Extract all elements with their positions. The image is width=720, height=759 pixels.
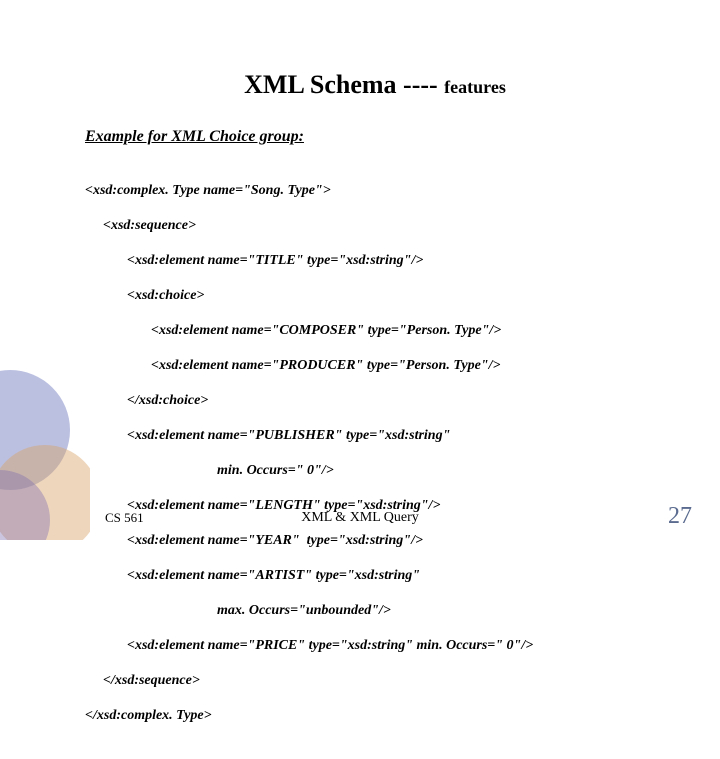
code-line: <xsd:element name="ARTIST" type="xsd:str… [85,567,665,585]
code-line: </xsd:complex. Type> [85,707,665,725]
code-line: <xsd:complex. Type name="Song. Type"> [85,182,665,200]
code-line: <xsd:element name="COMPOSER" type="Perso… [85,322,665,340]
code-line: <xsd:element name="PUBLISHER" type="xsd:… [85,427,665,445]
code-line: <xsd:choice> [85,287,665,305]
code-block: <xsd:complex. Type name="Song. Type"> <x… [85,164,665,759]
footer-topic: XML & XML Query [0,510,720,526]
code-line: <xsd:element name="PRODUCER" type="Perso… [85,357,665,375]
code-line: <xsd:element name="PRICE" type="xsd:stri… [85,637,665,655]
code-line: </xsd:choice> [85,392,665,410]
code-line: </xsd:sequence> [85,672,665,690]
slide: XML Schema ---- features Example for XML… [0,0,720,540]
code-line: <xsd:element name="TITLE" type="xsd:stri… [85,252,665,270]
page-number: 27 [668,503,692,530]
title-main: XML Schema ---- [244,70,444,99]
section-heading: Example for XML Choice group: [85,128,665,146]
title-suffix: features [444,77,506,97]
code-line: <xsd:element name="YEAR" type="xsd:strin… [85,532,665,550]
code-line: max. Occurs="unbounded"/> [85,602,665,620]
code-line: min. Occurs=" 0"/> [85,462,665,480]
slide-title: XML Schema ---- features [85,70,665,100]
code-line: <xsd:sequence> [85,217,665,235]
